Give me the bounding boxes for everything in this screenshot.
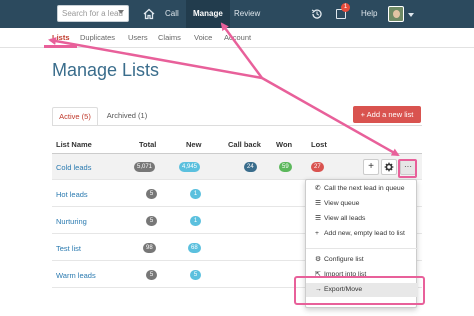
nav-review[interactable]: Review	[234, 0, 260, 28]
plus-icon: +	[315, 230, 319, 237]
list-name-link[interactable]: Hot leads	[56, 190, 88, 199]
settings-button[interactable]	[381, 159, 397, 175]
menu-item-label: Add new, empty lead to list	[324, 230, 405, 237]
menu-item-view-queue[interactable]: ☰ View queue	[306, 197, 418, 211]
menu-item-label: View all leads	[324, 215, 366, 222]
total-badge: 5	[146, 189, 157, 199]
list-icon: ☰	[315, 200, 322, 207]
column-header-lost: Lost	[311, 140, 327, 149]
column-header-list-name: List Name	[56, 140, 92, 149]
add-list-button[interactable]: + Add a new list	[353, 106, 421, 123]
top-navbar: Search for a lead Call Manage Review 1 H…	[0, 0, 474, 28]
tab-divider	[52, 125, 422, 126]
menu-item-configure[interactable]: ⚙ Configure list	[306, 253, 418, 267]
add-lead-button[interactable]: +	[363, 159, 379, 175]
column-header-won: Won	[276, 140, 293, 149]
column-header-call-back: Call back	[228, 140, 261, 149]
list-name-link[interactable]: Test list	[56, 244, 81, 253]
annotation-highlight-box	[294, 276, 425, 305]
callback-badge: 24	[244, 162, 257, 172]
page-title: Manage Lists	[52, 60, 160, 80]
new-badge: 68	[188, 243, 201, 253]
new-badge: 1	[190, 189, 201, 199]
new-badge: 1	[190, 216, 201, 226]
subnav-duplicates[interactable]: Duplicates	[80, 33, 115, 42]
annotation-underline	[44, 45, 77, 48]
avatar[interactable]	[388, 6, 404, 22]
subnav-account[interactable]: Account	[224, 33, 251, 42]
tab-archived[interactable]: Archived (1)	[101, 107, 153, 126]
nav-call[interactable]: Call	[165, 0, 179, 28]
won-badge: 59	[279, 162, 292, 172]
column-header-new: New	[186, 140, 202, 149]
annotation-highlight-box	[398, 159, 417, 178]
gear-icon: ⚙	[315, 256, 322, 263]
lost-badge: 27	[311, 162, 324, 172]
total-badge: 5	[146, 270, 157, 280]
list-name-link[interactable]: Warm leads	[56, 271, 96, 280]
subnav-lists[interactable]: Lists	[52, 33, 70, 42]
list-name-link[interactable]: Cold leads	[56, 163, 91, 172]
new-badge: 4,945	[179, 162, 201, 172]
subnav-users[interactable]: Users	[128, 33, 148, 42]
menu-item-call-next[interactable]: ✆ Call the next lead in queue	[306, 182, 418, 196]
total-badge: 5	[146, 216, 157, 226]
subnav-voice[interactable]: Voice	[194, 33, 212, 42]
subnav-claims[interactable]: Claims	[158, 33, 181, 42]
calendar-badge: 1	[341, 3, 350, 12]
chevron-down-icon[interactable]	[118, 10, 124, 14]
search-input[interactable]: Search for a lead	[57, 5, 129, 22]
menu-item-label: View queue	[324, 200, 360, 207]
menu-item-view-all-leads[interactable]: ☰ View all leads	[306, 212, 418, 226]
nav-help[interactable]: Help	[361, 0, 377, 28]
phone-icon: ✆	[315, 185, 321, 192]
table-row: Cold leads 5,071 4,945 24 59 27 + ···	[52, 154, 422, 180]
menu-item-label: Call the next lead in queue	[324, 185, 405, 192]
list-name-link[interactable]: Nurturing	[56, 217, 87, 226]
new-badge: 5	[190, 270, 201, 280]
total-badge: 98	[143, 243, 156, 253]
nav-manage[interactable]: Manage	[186, 0, 230, 28]
chevron-down-icon[interactable]	[408, 13, 414, 17]
home-icon[interactable]	[143, 8, 155, 20]
menu-divider	[306, 248, 418, 249]
search-placeholder: Search for a lead	[62, 9, 123, 18]
menu-item-add-empty-lead[interactable]: + Add new, empty lead to list	[306, 227, 418, 241]
list-icon: ☰	[315, 215, 322, 222]
tab-active[interactable]: Active (5)	[52, 107, 98, 126]
total-badge: 5,071	[134, 162, 156, 172]
history-icon[interactable]	[311, 8, 323, 20]
menu-item-label: Configure list	[324, 256, 364, 263]
column-header-total: Total	[139, 140, 157, 149]
gear-icon	[384, 162, 394, 172]
